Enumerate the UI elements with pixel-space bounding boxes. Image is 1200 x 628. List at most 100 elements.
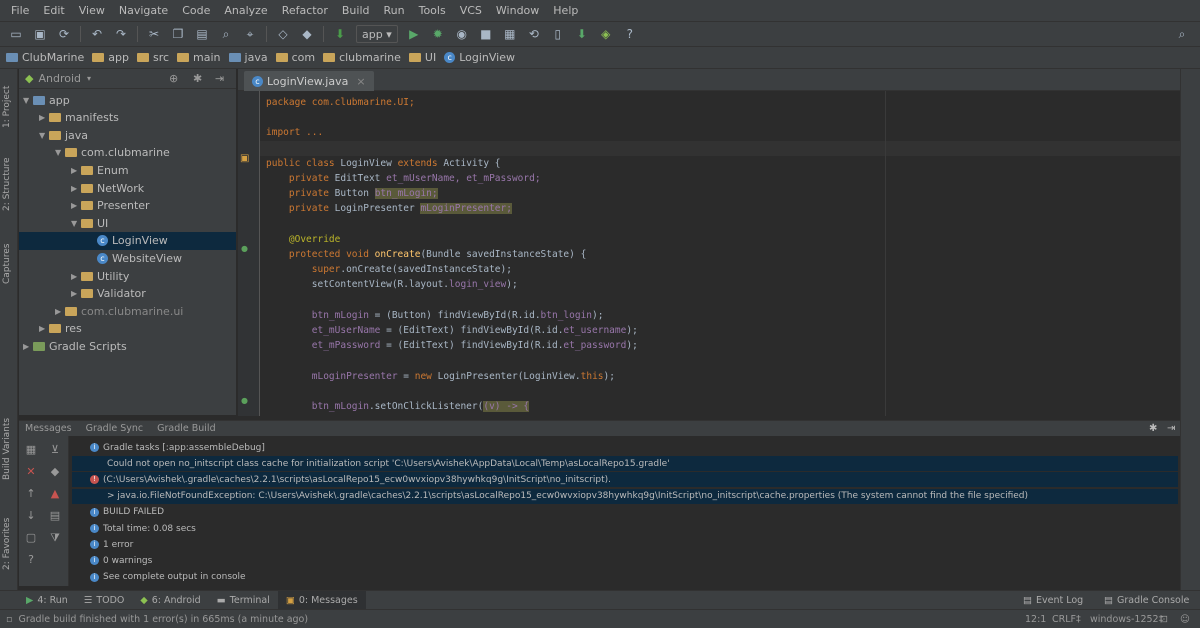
avd-manager-icon[interactable]: ▯ (550, 26, 566, 42)
collapsed-arrow-icon[interactable]: ▶ (71, 272, 81, 281)
tree-node[interactable]: ▶ Enum (19, 161, 236, 179)
tab-gradle-build[interactable]: Gradle Build (157, 423, 215, 434)
structure-tool-tab[interactable]: 2: Structure (2, 149, 16, 219)
show-errors-icon[interactable]: ◆ (49, 466, 61, 478)
caret-position[interactable]: 12:1 (1025, 614, 1046, 625)
menu-item-view[interactable]: View (72, 0, 112, 22)
close-icon[interactable]: × (356, 75, 365, 88)
menu-item-vcs[interactable]: VCS (453, 0, 489, 22)
cut-icon[interactable]: ✂ (146, 26, 162, 42)
hide-panel-icon[interactable]: ⇥ (1167, 423, 1175, 434)
menu-item-run[interactable]: Run (377, 0, 412, 22)
menu-item-window[interactable]: Window (489, 0, 546, 22)
up-arrow-icon[interactable]: ↑ (25, 488, 37, 500)
breadcrumb-src[interactable]: src (136, 51, 169, 64)
tree-node[interactable]: ▶ Gradle Scripts (19, 337, 236, 355)
collapsed-arrow-icon[interactable]: ▶ (71, 184, 81, 193)
captures-tool-tab[interactable]: Captures (2, 234, 16, 294)
favorites-tool-tab[interactable]: 2: Favorites (2, 509, 16, 579)
make-project-icon[interactable]: ⬇ (332, 26, 348, 42)
message-row[interactable]: i Total time: 0.08 secs (90, 521, 196, 536)
run-icon[interactable]: ▶ (406, 26, 422, 42)
attach-debugger-icon[interactable]: ◉ (454, 26, 470, 42)
filter-icon[interactable]: ⊻ (49, 444, 61, 456)
expanded-arrow-icon[interactable]: ▼ (55, 148, 65, 157)
code-editor[interactable]: package com.clubmarine.UI; import ... publ… (260, 91, 1180, 416)
collapsed-arrow-icon[interactable]: ▶ (71, 201, 81, 210)
tree-node[interactable]: ▶ manifests (19, 109, 236, 127)
expanded-arrow-icon[interactable]: ▼ (23, 96, 33, 105)
breadcrumb-main[interactable]: main (177, 51, 221, 64)
info-filter-icon[interactable]: ▤ (49, 510, 61, 522)
message-row[interactable]: i See complete output in console (90, 570, 246, 585)
expanded-arrow-icon[interactable]: ▼ (71, 219, 81, 228)
lock-icon[interactable]: ⊡ (1160, 614, 1168, 625)
message-row[interactable]: i BUILD FAILED (90, 505, 164, 520)
inspector-icon[interactable]: ☺ (1180, 614, 1190, 625)
down-arrow-icon[interactable]: ↓ (25, 510, 37, 522)
breadcrumb-clubmarine[interactable]: clubmarine (323, 51, 401, 64)
menu-item-refactor[interactable]: Refactor (275, 0, 335, 22)
breadcrumb-module[interactable]: app (92, 51, 129, 64)
sync-icon[interactable]: ⟳ (56, 26, 72, 42)
paste-icon[interactable]: ▤ (194, 26, 210, 42)
tree-node[interactable]: ▶ Presenter (19, 197, 236, 215)
profile-icon[interactable]: ▦ (502, 26, 518, 42)
redo-icon[interactable]: ↷ (113, 26, 129, 42)
android-tool-button[interactable]: ◆ 6: Android (132, 591, 208, 610)
collapsed-arrow-icon[interactable]: ▶ (23, 342, 33, 351)
line-separator[interactable]: CRLF‡ (1052, 614, 1081, 625)
stop-icon[interactable]: ■ (478, 26, 494, 42)
terminal-tool-button[interactable]: ▬ Terminal (209, 591, 278, 610)
help-icon[interactable]: ? (25, 554, 37, 566)
messages-tool-button[interactable]: ▣ 0: Messages (277, 590, 366, 610)
back-icon[interactable]: ◇ (275, 26, 291, 42)
breadcrumb-com[interactable]: com (275, 51, 315, 64)
todo-tool-button[interactable]: ☰ TODO (76, 591, 133, 610)
close-icon[interactable]: ✕ (25, 466, 37, 478)
message-row[interactable]: i Gradle tasks [:app:assembleDebug] (90, 440, 265, 455)
collapsed-arrow-icon[interactable]: ▶ (39, 324, 49, 333)
tree-node[interactable]: c WebsiteView (19, 249, 236, 267)
tab-messages[interactable]: Messages (25, 423, 72, 434)
sdk-manager-icon[interactable]: ⬇ (574, 26, 590, 42)
copy-icon[interactable]: ❐ (170, 26, 186, 42)
expanded-arrow-icon[interactable]: ▼ (39, 131, 49, 140)
breadcrumb-loginview[interactable]: c LoginView (444, 51, 515, 64)
rerun-icon[interactable]: ▦ (25, 444, 37, 456)
settings-icon[interactable]: ✱ (1149, 423, 1157, 434)
tree-node[interactable]: ▶ res (19, 320, 236, 338)
project-view-select[interactable]: Android (38, 72, 81, 85)
search-everywhere-icon[interactable]: ⌕ (1174, 26, 1190, 42)
android-monitor-icon[interactable]: ◈ (598, 26, 614, 42)
find-icon[interactable]: ⌕ (218, 26, 234, 42)
replace-icon[interactable]: ⌖ (242, 26, 258, 42)
menu-item-navigate[interactable]: Navigate (112, 0, 175, 22)
tree-node[interactable]: ▼ com.clubmarine (19, 144, 236, 162)
menu-item-help[interactable]: Help (546, 0, 585, 22)
warning-icon[interactable]: ▲ (49, 488, 61, 500)
settings-icon[interactable]: ✱ (193, 72, 202, 85)
message-row[interactable]: > java.io.FileNotFoundException: C:\User… (72, 488, 1178, 504)
menu-item-file[interactable]: File (4, 0, 36, 22)
save-all-icon[interactable]: ▣ (32, 26, 48, 42)
sync-gradle-icon[interactable]: ⟲ (526, 26, 542, 42)
forward-icon[interactable]: ◆ (299, 26, 315, 42)
run-configuration-select[interactable]: app ▾ (356, 25, 398, 43)
editor-tab-loginview[interactable]: c LoginView.java × (244, 71, 374, 91)
breadcrumb-java[interactable]: java (228, 51, 268, 64)
open-folder-icon[interactable]: ▭ (8, 26, 24, 42)
status-panel-icon[interactable]: ▫ (6, 614, 12, 625)
event-log-tool-button[interactable]: ▤ Event Log (1015, 591, 1091, 610)
collapsed-arrow-icon[interactable]: ▶ (55, 307, 65, 316)
tree-node[interactable]: ▼ java (19, 126, 236, 144)
tree-node[interactable]: ▶ com.clubmarine.ui (19, 302, 236, 320)
chevron-down-icon[interactable]: ▾ (87, 74, 91, 83)
breadcrumb-ui[interactable]: UI (408, 51, 436, 64)
collapsed-arrow-icon[interactable]: ▶ (71, 166, 81, 175)
tree-node[interactable]: ▼ app (19, 91, 236, 109)
message-row[interactable]: Could not open no_initscript class cache… (72, 456, 1178, 472)
override-marker-icon[interactable]: ● (241, 396, 248, 405)
breadcrumb-project[interactable]: ClubMarine (6, 51, 84, 64)
message-row[interactable]: ! (C:\Users\Avishek\.gradle\caches\2.2.1\… (72, 472, 1178, 488)
